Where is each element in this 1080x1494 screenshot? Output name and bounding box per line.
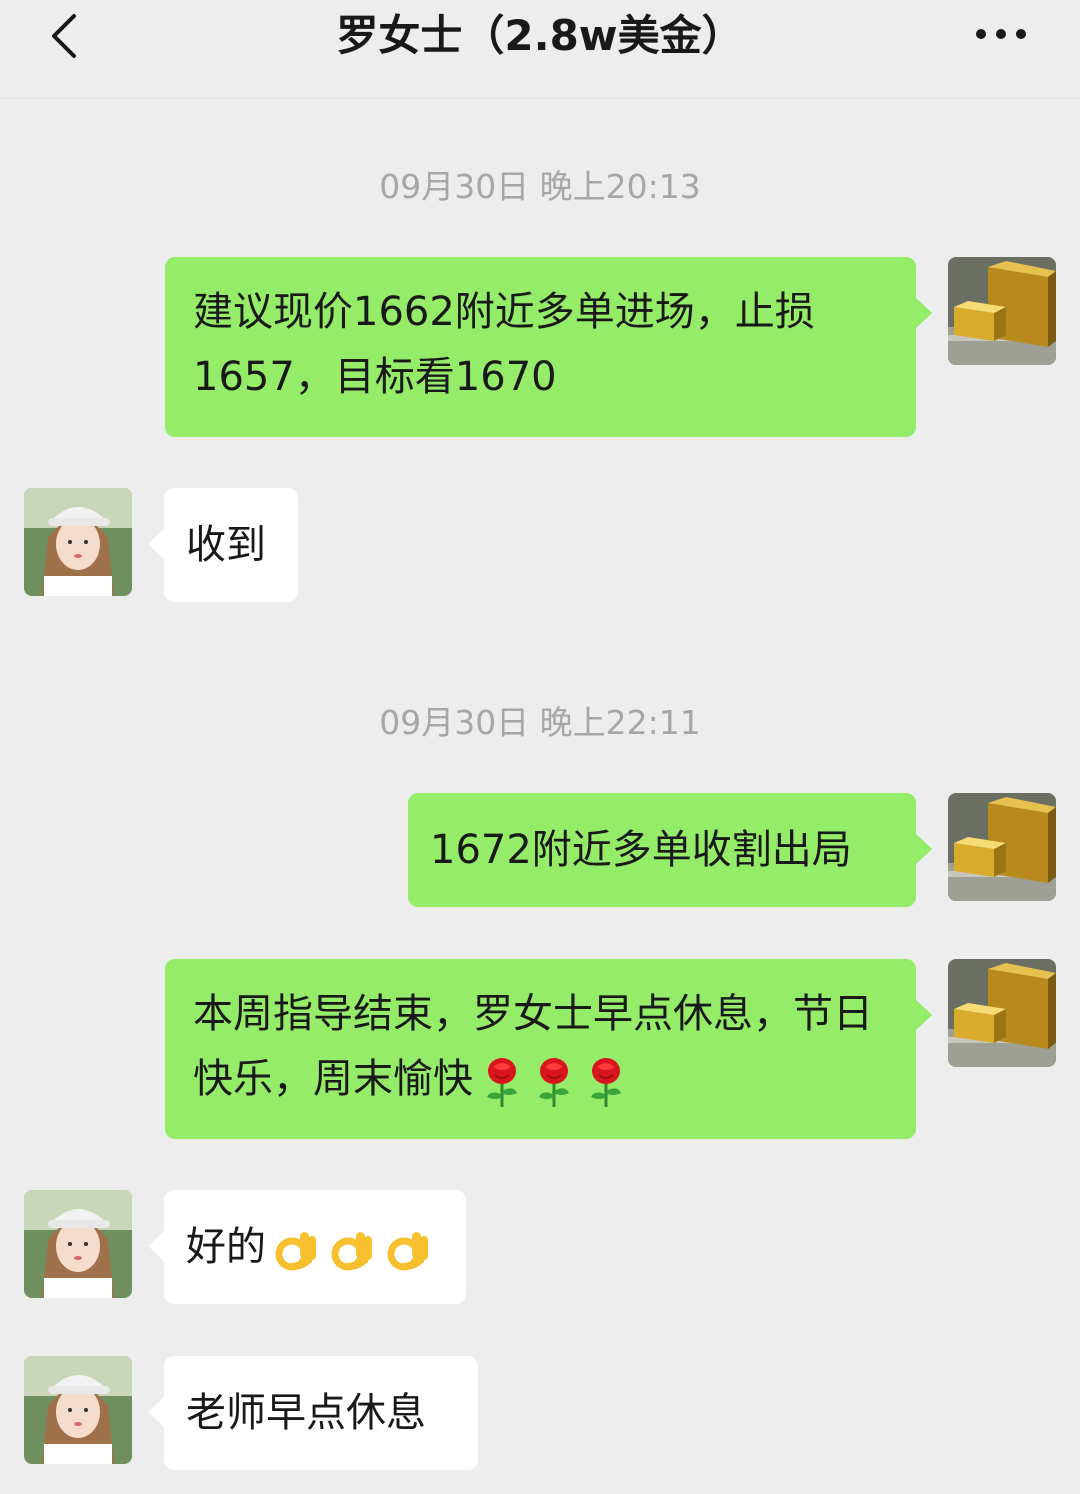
contact-avatar[interactable] (24, 1190, 132, 1298)
my-avatar[interactable] (948, 793, 1056, 901)
emoji-group (473, 1049, 629, 1114)
my-avatar[interactable] (948, 959, 1056, 1067)
chevron-left-icon (52, 14, 76, 58)
message-bubble-outgoing[interactable]: 建议现价1662附近多单进场，止损1657，目标看1670 (165, 257, 932, 437)
girl-portrait-avatar (24, 1190, 132, 1298)
girl-portrait-avatar (24, 488, 132, 596)
chat-header: 罗女士（2.8w美金） (0, 0, 1080, 99)
contact-avatar[interactable] (24, 1356, 132, 1464)
my-avatar[interactable] (948, 257, 1056, 365)
gold-bars-avatar (948, 257, 1056, 365)
message-timestamp: 09月30日 晚上22:11 (379, 703, 701, 742)
message-bubble-incoming[interactable]: 收到 (148, 488, 298, 602)
ok-hand-icon (275, 1231, 316, 1270)
message-bubble-outgoing[interactable]: 1672附近多单收割出局 (408, 793, 932, 907)
contact-avatar[interactable] (24, 488, 132, 596)
more-dots-icon (976, 29, 1026, 39)
message-text: 好的 (186, 1224, 266, 1270)
gold-bars-avatar (948, 793, 1056, 901)
message-bubble-outgoing[interactable]: 本周指导结束，罗女士早点休息，节日快乐，周末愉快 (165, 959, 932, 1139)
rose-icon (539, 1057, 569, 1107)
message-bubble-incoming[interactable]: 老师早点休息 (148, 1356, 478, 1470)
rose-icon (487, 1057, 517, 1107)
chat-title: 罗女士（2.8w美金） (336, 11, 744, 60)
more-options-button[interactable] (966, 14, 1036, 54)
ok-hand-icon (331, 1231, 372, 1270)
message-bubble-incoming[interactable]: 好的 (148, 1190, 466, 1304)
girl-portrait-avatar (24, 1356, 132, 1464)
back-button[interactable] (40, 4, 100, 64)
ok-hand-icon (387, 1231, 428, 1270)
gold-bars-avatar (948, 959, 1056, 1067)
rose-icon (591, 1057, 621, 1107)
emoji-group (266, 1217, 434, 1282)
message-timestamp: 09月30日 晚上20:13 (379, 167, 701, 206)
